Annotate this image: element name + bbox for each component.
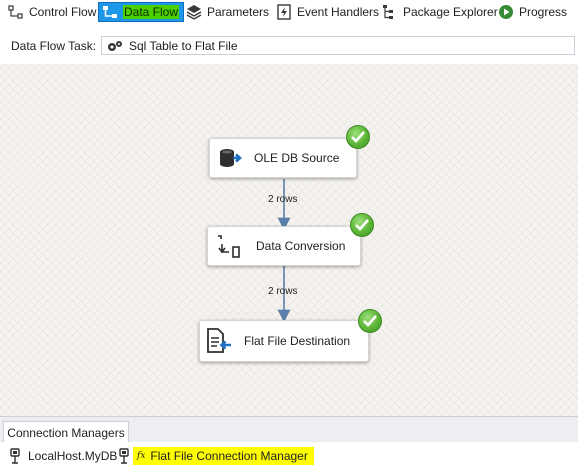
tab-label: Progress (519, 5, 568, 19)
data-flow-task-select[interactable]: Sql Table to Flat File (101, 36, 575, 55)
data-flow-design-surface[interactable]: 2 rows 2 rows OLE DB Source Data Convers… (0, 64, 578, 416)
data-flow-task-value: Sql Table to Flat File (129, 38, 238, 53)
tab-control-flow[interactable]: Control Flow (5, 2, 100, 22)
designer-tab-bar: Control Flow Data Flow Parameters Event … (0, 0, 578, 25)
component-label: Flat File Destination (244, 334, 351, 348)
database-source-icon (220, 149, 242, 167)
package-explorer-icon (383, 5, 393, 19)
connection-manager-label: Flat File Connection Manager (150, 449, 308, 463)
data-conversion-icon (218, 235, 240, 258)
connection-managers-tabstrip: Connection Managers (0, 416, 578, 443)
tab-label: Package Explorer (403, 5, 498, 19)
tab-label: Event Handlers (297, 5, 380, 19)
tab-progress[interactable]: Progress (495, 2, 571, 22)
tab-label: Control Flow (29, 5, 97, 19)
component-flat-file-destination[interactable]: Flat File Destination (199, 320, 369, 362)
data-flow-task-bar: Data Flow Task: Sql Table to Flat File (0, 35, 578, 57)
tab-event-handlers[interactable]: Event Handlers (273, 2, 383, 22)
component-label: Data Conversion (256, 239, 346, 253)
connection-managers-pane: LocalHost.MyDB fx Flat File Connection M… (0, 442, 578, 470)
connection-manager-localhost-mydb[interactable]: LocalHost.MyDB (8, 447, 117, 465)
event-handlers-icon (277, 4, 291, 20)
path-row-count: 2 rows (268, 194, 298, 205)
connection-manager-label: LocalHost.MyDB (28, 449, 118, 463)
tab-label: Data Flow (123, 5, 180, 19)
tab-label: Parameters (207, 5, 270, 19)
connection-manager-flat-file[interactable]: fx Flat File Connection Manager (118, 447, 314, 465)
expression-marker-icon: fx (137, 451, 146, 461)
oledb-connection-icon (10, 448, 20, 464)
gears-icon (108, 40, 122, 51)
tab-parameters[interactable]: Parameters (183, 2, 273, 22)
component-ole-db-source[interactable]: OLE DB Source (209, 138, 357, 178)
component-label: OLE DB Source (254, 151, 340, 165)
data-flow-task-label: Data Flow Task: (11, 39, 97, 53)
control-flow-icon (8, 5, 23, 19)
path-row-count: 2 rows (268, 286, 298, 297)
highlighted-connection: fx Flat File Connection Manager (133, 447, 314, 465)
connection-managers-tab-label: Connection Managers (7, 425, 125, 440)
success-check-icon (346, 125, 370, 149)
parameters-icon (186, 5, 202, 20)
component-data-conversion[interactable]: Data Conversion (207, 226, 361, 266)
tab-package-explorer[interactable]: Package Explorer (379, 2, 502, 22)
progress-icon (499, 5, 513, 19)
tab-connection-managers[interactable]: Connection Managers (3, 421, 129, 443)
success-check-icon (350, 213, 374, 237)
flat-file-destination-icon (207, 328, 231, 353)
flat-file-connection-icon (119, 448, 129, 464)
tab-data-flow[interactable]: Data Flow (98, 2, 185, 22)
success-check-icon (358, 309, 382, 333)
data-flow-icon (103, 6, 117, 18)
